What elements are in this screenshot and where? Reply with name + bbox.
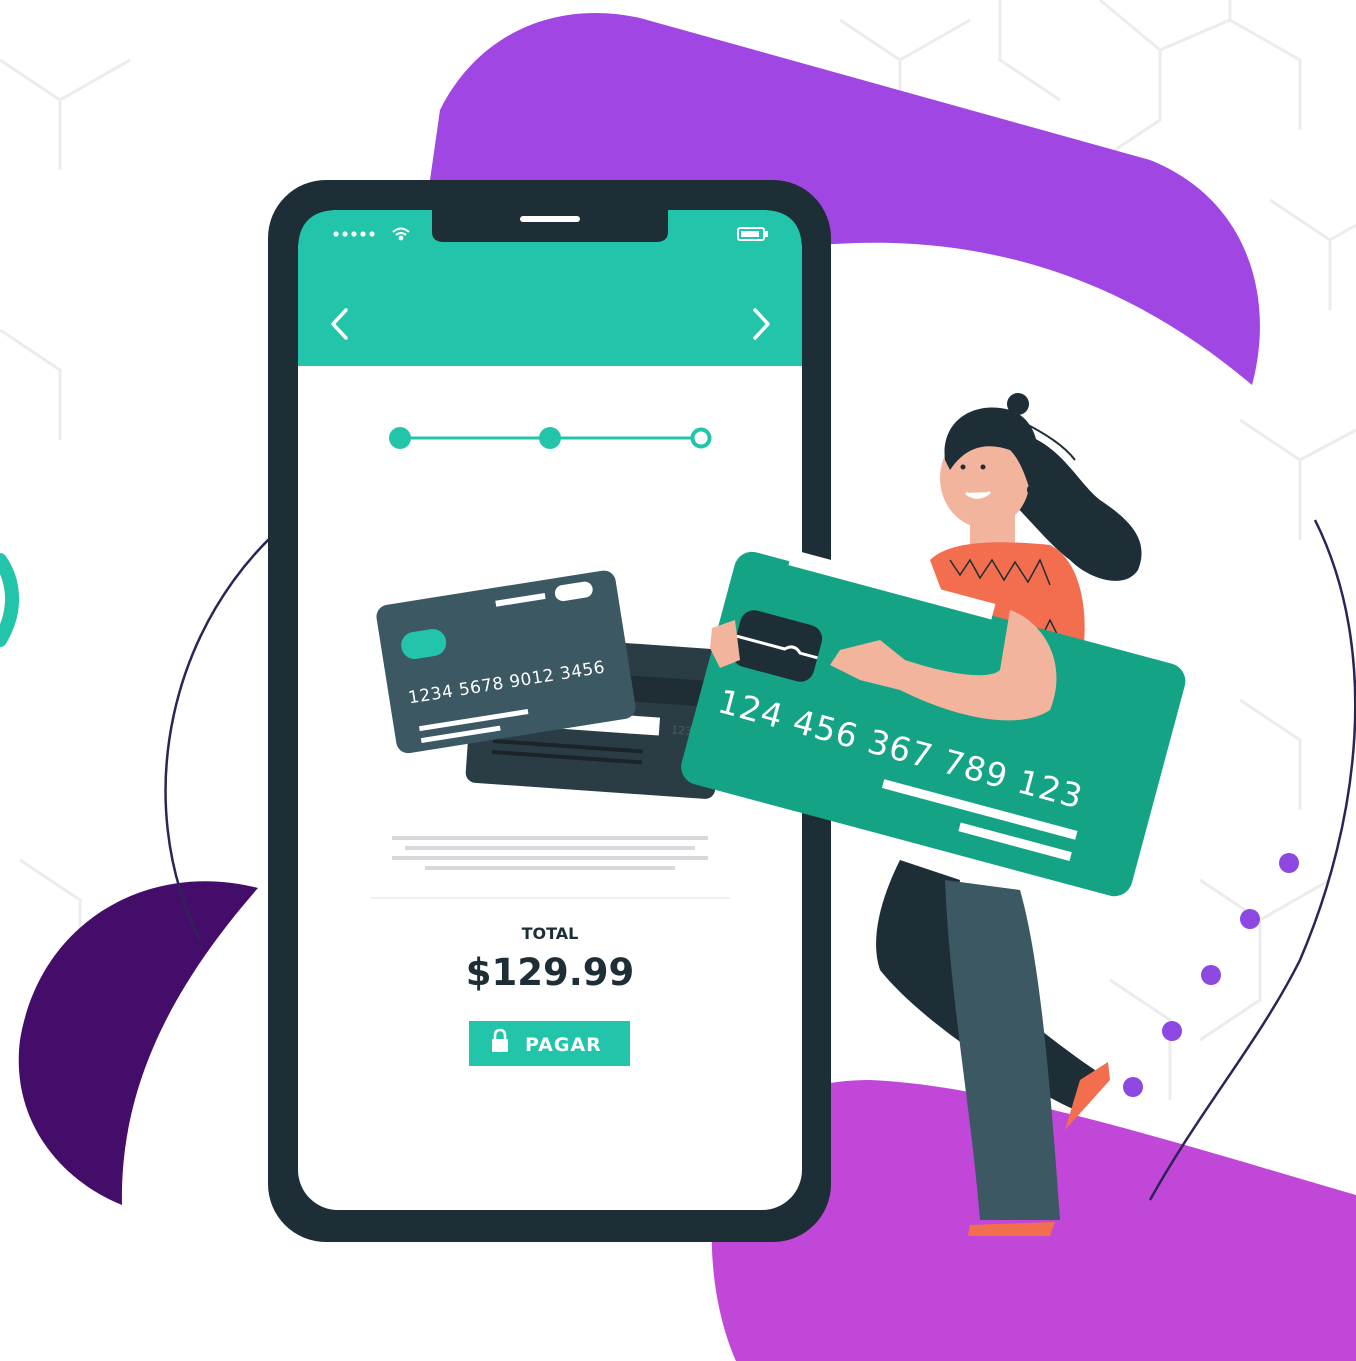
total-label: TOTAL [522, 924, 579, 943]
step-3-current [690, 427, 712, 449]
speaker-grille [520, 216, 580, 222]
total-amount: $129.99 [466, 951, 635, 994]
step-1-complete [389, 427, 411, 449]
eye-left [960, 464, 966, 470]
eye-right [980, 464, 986, 470]
pay-button-label: PAGAR [525, 1034, 602, 1056]
decorative-dots [1123, 853, 1299, 1097]
dark-purple-blob [18, 881, 258, 1205]
teal-edge-shape [0, 553, 19, 647]
step-2-complete [539, 427, 561, 449]
payment-illustration: 123 1234 5678 9012 3456 TOTAL $129.99 PA… [0, 0, 1356, 1361]
pay-button[interactable]: PAGAR [469, 1021, 630, 1066]
decorative-arc-right [1148, 519, 1356, 1201]
phone-notch [432, 210, 668, 242]
